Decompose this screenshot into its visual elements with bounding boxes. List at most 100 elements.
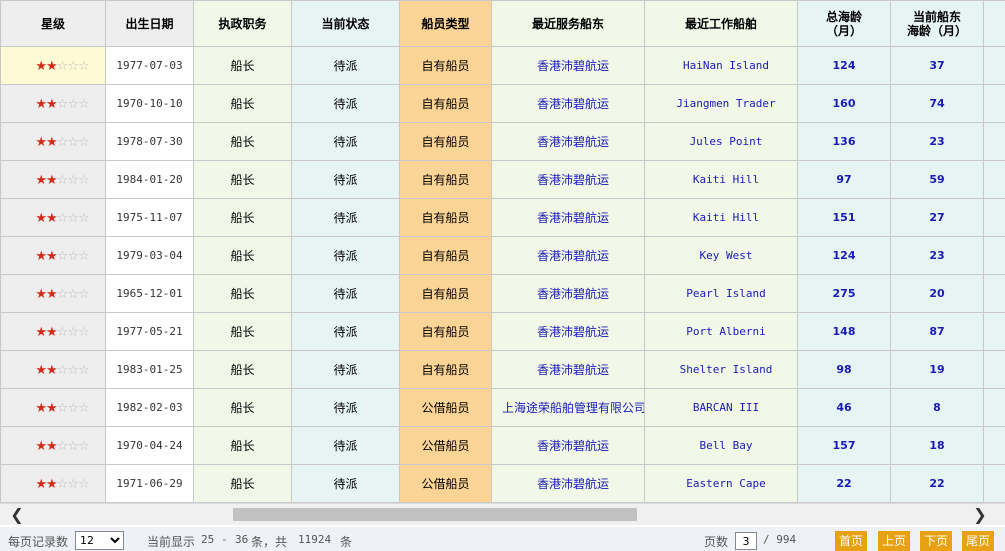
cell-ship-link[interactable]: BARCAN III — [644, 388, 798, 427]
cell-owner-link[interactable]: 香港沛碧航运 — [491, 46, 645, 85]
cell-current-sea-age-link[interactable]: 27 — [890, 198, 984, 237]
cell-owner-link[interactable]: 香港沛碧航运 — [491, 160, 645, 199]
cell-owner-link[interactable]: 香港沛碧航运 — [491, 122, 645, 161]
cell-total-sea-age-link[interactable]: 124 — [797, 46, 891, 85]
cell-ship-link[interactable]: Eastern Cape — [644, 464, 798, 502]
cell-extra — [983, 426, 1005, 465]
cell-current-sea-age-link[interactable]: 87 — [890, 312, 984, 351]
cell-ship-link[interactable]: Kaiti Hill — [644, 198, 798, 237]
scroll-left-icon[interactable]: ❮ — [8, 506, 26, 524]
col-header-current-owner-sea-age[interactable]: 当前船东 海龄（月） — [890, 0, 984, 47]
table-row[interactable]: ★★☆☆☆ 1975-11-07 船长 待派 自有船员 香港沛碧航运 Kaiti Hill 1… — [0, 198, 1005, 237]
cell-total-sea-age-link[interactable]: 97 — [797, 160, 891, 199]
table-row[interactable]: ★★☆☆☆ 1965-12-01 船长 待派 自有船员 香港沛碧航运 Pearl Islan… — [0, 274, 1005, 313]
star-rating: ★★☆☆☆ — [0, 46, 106, 85]
table-row[interactable]: ★★☆☆☆ 1977-07-03 船长 待派 自有船员 香港沛碧航运 HaiNan Isla… — [0, 46, 1005, 85]
cell-current-sea-age-link[interactable]: 18 — [890, 426, 984, 465]
star-rating: ★★☆☆☆ — [0, 160, 106, 199]
col-header-type[interactable]: 船员类型 — [399, 0, 492, 47]
horizontal-scrollbar[interactable]: ❮ ❯ — [0, 503, 1005, 525]
page-number-input[interactable] — [735, 532, 757, 550]
col-header-ship[interactable]: 最近工作船舶 — [644, 0, 798, 47]
cell-ship-link[interactable]: Port Alberni — [644, 312, 798, 351]
cell-owner-link[interactable]: 香港沛碧航运 — [491, 464, 645, 502]
cell-ship-link[interactable]: Pearl Island — [644, 274, 798, 313]
cell-current-sea-age-link[interactable]: 23 — [890, 122, 984, 161]
cell-current-sea-age-link[interactable]: 59 — [890, 160, 984, 199]
cell-owner-link[interactable]: 香港沛碧航运 — [491, 84, 645, 123]
cell-extra — [983, 464, 1005, 502]
col-header-birth[interactable]: 出生日期 — [105, 0, 194, 47]
per-page-select[interactable]: 12 — [75, 531, 124, 550]
star-icons: ★★☆☆☆ — [35, 440, 89, 453]
cell-crew-type: 自有船员 — [399, 350, 492, 389]
table-row[interactable]: ★★☆☆☆ 1979-03-04 船长 待派 自有船员 香港沛碧航运 Key West 124… — [0, 236, 1005, 275]
cell-current-sea-age-link[interactable]: 8 — [890, 388, 984, 427]
cell-total-sea-age-link[interactable]: 98 — [797, 350, 891, 389]
scroll-right-icon[interactable]: ❯ — [971, 506, 989, 524]
cell-ship-link[interactable]: Jules Point — [644, 122, 798, 161]
table-row[interactable]: ★★☆☆☆ 1983-01-25 船长 待派 自有船员 香港沛碧航运 Shelter Isl… — [0, 350, 1005, 389]
cell-ship-link[interactable]: Bell Bay — [644, 426, 798, 465]
cell-state: 待派 — [291, 198, 400, 237]
table-row[interactable]: ★★☆☆☆ 1982-02-03 船长 待派 公借船员 上海途荣船舶管理有限公司 BARCA… — [0, 388, 1005, 427]
cell-owner-link[interactable]: 香港沛碧航运 — [491, 198, 645, 237]
col-header-total-sea-age[interactable]: 总海龄 （月） — [797, 0, 891, 47]
table-row[interactable]: ★★☆☆☆ 1977-05-21 船长 待派 自有船员 香港沛碧航运 Port Albern… — [0, 312, 1005, 351]
cell-current-sea-age-link[interactable]: 20 — [890, 274, 984, 313]
star-icons: ★★☆☆☆ — [35, 174, 89, 187]
cell-total-sea-age-link[interactable]: 46 — [797, 388, 891, 427]
cell-total-sea-age-link[interactable]: 160 — [797, 84, 891, 123]
table-row[interactable]: ★★☆☆☆ 1984-01-20 船长 待派 自有船员 香港沛碧航运 Kaiti Hill 9… — [0, 160, 1005, 199]
cell-owner-link[interactable]: 香港沛碧航运 — [491, 312, 645, 351]
star-rating: ★★☆☆☆ — [0, 198, 106, 237]
star-filled-icon: ★★ — [35, 134, 57, 150]
cell-total-sea-age-link[interactable]: 22 — [797, 464, 891, 502]
cell-ship-link[interactable]: Jiangmen Trader — [644, 84, 798, 123]
table-row[interactable]: ★★☆☆☆ 1970-04-24 船长 待派 公借船员 香港沛碧航运 Bell Bay 157… — [0, 426, 1005, 465]
col-header-state[interactable]: 当前状态 — [291, 0, 400, 47]
table-row[interactable]: ★★☆☆☆ 1978-07-30 船长 待派 自有船员 香港沛碧航运 Jules Point… — [0, 122, 1005, 161]
cell-birth-date: 1977-05-21 — [105, 312, 194, 351]
cell-current-sea-age-link[interactable]: 23 — [890, 236, 984, 275]
col-header-star[interactable]: 星级 — [0, 0, 106, 47]
star-empty-icon: ☆☆☆ — [56, 476, 90, 492]
scrollbar-thumb[interactable] — [233, 508, 637, 521]
cell-current-sea-age-link[interactable]: 37 — [890, 46, 984, 85]
cell-owner-link[interactable]: 香港沛碧航运 — [491, 426, 645, 465]
col-header-owner[interactable]: 最近服务船东 — [491, 0, 645, 47]
cell-total-sea-age-link[interactable]: 275 — [797, 274, 891, 313]
cell-current-sea-age-link[interactable]: 74 — [890, 84, 984, 123]
cell-ship-link[interactable]: Key West — [644, 236, 798, 275]
first-page-button[interactable]: 首页 — [835, 531, 868, 551]
cell-crew-type: 自有船员 — [399, 274, 492, 313]
table-row[interactable]: ★★☆☆☆ 1970-10-10 船长 待派 自有船员 香港沛碧航运 Jiangmen Tr… — [0, 84, 1005, 123]
cell-owner-link[interactable]: 上海途荣船舶管理有限公司 — [491, 388, 645, 427]
page-total: / 994 — [763, 533, 797, 546]
cell-total-sea-age-link[interactable]: 124 — [797, 236, 891, 275]
star-filled-icon: ★★ — [35, 362, 57, 378]
col-header-duty[interactable]: 执政职务 — [193, 0, 292, 47]
cell-duty: 船长 — [193, 388, 292, 427]
star-rating: ★★☆☆☆ — [0, 464, 106, 502]
cell-total-sea-age-link[interactable]: 148 — [797, 312, 891, 351]
cell-total-sea-age-link[interactable]: 136 — [797, 122, 891, 161]
cell-birth-date: 1971-06-29 — [105, 464, 194, 502]
cell-owner-link[interactable]: 香港沛碧航运 — [491, 274, 645, 313]
cell-total-sea-age-link[interactable]: 157 — [797, 426, 891, 465]
cell-owner-link[interactable]: 香港沛碧航运 — [491, 236, 645, 275]
next-page-button[interactable]: 下页 — [920, 531, 953, 551]
table-row[interactable]: ★★☆☆☆ 1971-06-29 船长 待派 公借船员 香港沛碧航运 Eastern Cap… — [0, 464, 1005, 502]
cell-owner-link[interactable]: 香港沛碧航运 — [491, 350, 645, 389]
star-rating: ★★☆☆☆ — [0, 84, 106, 123]
last-page-button[interactable]: 尾页 — [962, 531, 995, 551]
cell-current-sea-age-link[interactable]: 19 — [890, 350, 984, 389]
col-header-extra[interactable]: 当 — [983, 0, 1005, 47]
prev-page-button[interactable]: 上页 — [878, 531, 911, 551]
cell-ship-link[interactable]: Kaiti Hill — [644, 160, 798, 199]
cell-total-sea-age-link[interactable]: 151 — [797, 198, 891, 237]
cell-ship-link[interactable]: Shelter Island — [644, 350, 798, 389]
cell-ship-link[interactable]: HaiNan Island — [644, 46, 798, 85]
star-icons: ★★☆☆☆ — [35, 134, 89, 150]
cell-current-sea-age-link[interactable]: 22 — [890, 464, 984, 502]
